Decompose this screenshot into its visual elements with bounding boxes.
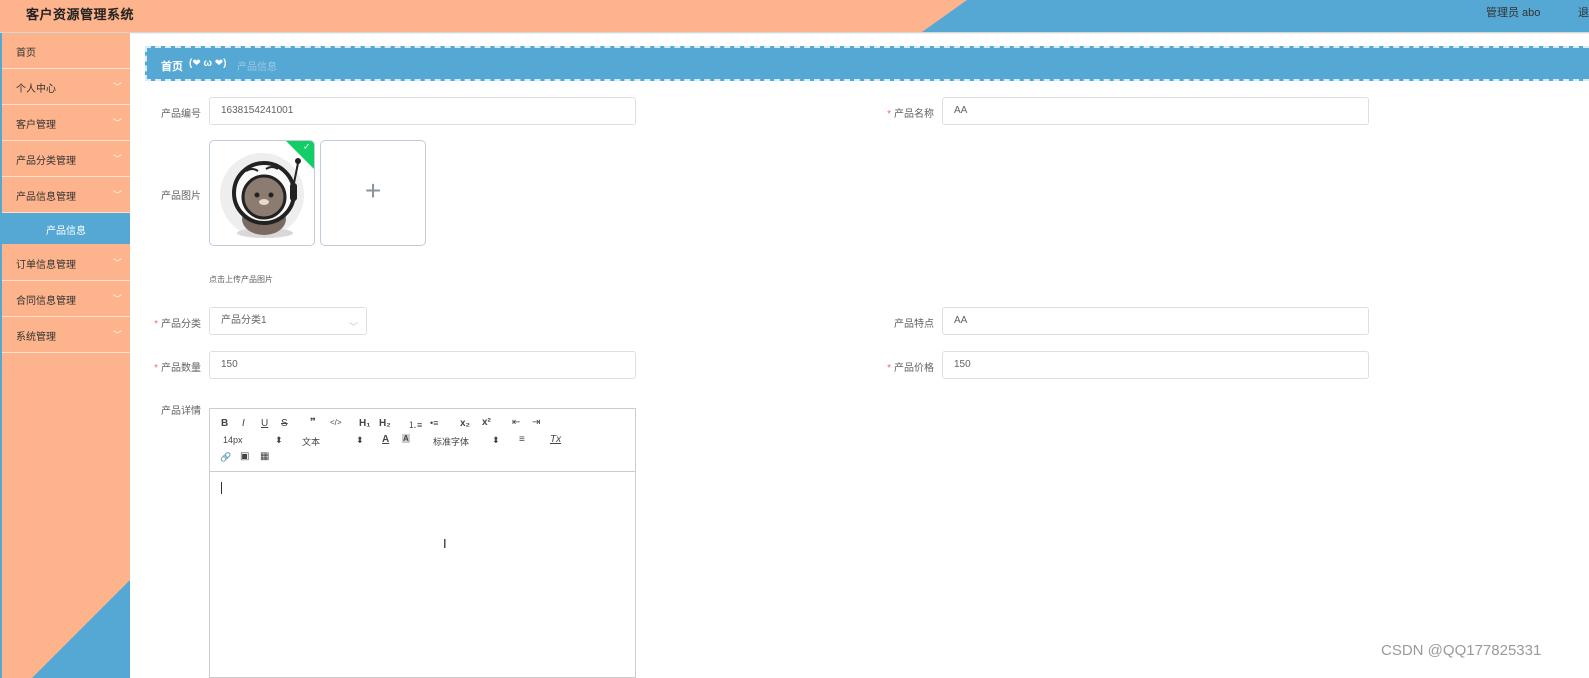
sidebar: 首页 个人中心 ﹀ 客户管理 ﹀ 产品分类管理 ﹀ 产品信息管理 ﹀ 产品信息 … xyxy=(0,33,130,678)
upload-tip: 点击上传产品图片 xyxy=(209,275,273,284)
rich-text-editor[interactable]: B I U S ❞ </> H₁ H₂ ⒈≡ •≡ x₂ x² ⇤ ⇥ 14px… xyxy=(209,408,636,678)
italic-button[interactable]: I xyxy=(242,418,245,429)
code-field[interactable]: 1638154241001 xyxy=(209,97,636,125)
font-color-button[interactable]: A xyxy=(382,434,389,445)
astronaut-cat-image xyxy=(220,153,304,238)
sidebar-item-system[interactable]: 系统管理 ﹀ xyxy=(2,317,130,353)
image-icon[interactable]: ▣ xyxy=(240,451,249,462)
breadcrumb-separator: (❤ ω ❤) xyxy=(189,58,227,69)
category-label: * 产品分类 xyxy=(154,319,201,330)
bold-button[interactable]: B xyxy=(221,418,228,429)
link-icon[interactable]: 🔗 xyxy=(220,452,231,463)
header-peach-band xyxy=(0,0,967,32)
price-label: * 产品价格 xyxy=(887,363,934,374)
quantity-field[interactable]: 150 xyxy=(209,351,636,379)
indent-button[interactable]: ⇥ xyxy=(532,417,540,428)
h1-button[interactable]: H₁ xyxy=(359,418,370,429)
bullet-list-button[interactable]: •≡ xyxy=(430,418,438,428)
sidebar-item-home[interactable]: 首页 xyxy=(2,33,130,69)
detail-label: 产品详情 xyxy=(161,406,201,417)
sidebar-subitem-product-info[interactable]: 产品信息 xyxy=(2,213,130,244)
chevron-down-icon: ﹀ xyxy=(348,322,358,332)
sidebar-item-product-info[interactable]: 产品信息管理 ﹀ xyxy=(2,177,130,213)
code-label: 产品编号 xyxy=(161,109,201,120)
required-marker: * xyxy=(154,319,158,330)
font-family-select[interactable]: 标准字体 xyxy=(433,435,469,448)
sidebar-item-label: 合同信息管理 xyxy=(16,296,76,307)
quantity-label: * 产品数量 xyxy=(154,363,201,374)
header-shadow xyxy=(0,32,1589,34)
updown-icon: ⬍ xyxy=(275,435,283,445)
outdent-button[interactable]: ⇤ xyxy=(512,417,520,428)
sidebar-corner-decoration xyxy=(32,578,130,678)
chevron-down-icon: ﹀ xyxy=(112,154,122,164)
sidebar-item-label: 系统管理 xyxy=(16,332,56,343)
chevron-down-icon: ﹀ xyxy=(112,330,122,340)
breadcrumb: 首页 (❤ ω ❤) 产品信息 xyxy=(145,46,1589,81)
category-select-value: 产品分类1 xyxy=(221,315,267,326)
block-format-select[interactable]: 文本 xyxy=(302,435,320,448)
background-color-button[interactable]: A xyxy=(402,434,410,443)
code-button[interactable]: </> xyxy=(330,418,342,427)
sidebar-item-contracts[interactable]: 合同信息管理 ﹀ xyxy=(2,281,130,317)
watermark: CSDN @QQ177825331 xyxy=(1381,642,1542,659)
logout-link[interactable]: 退 xyxy=(1578,4,1589,20)
plus-icon: + xyxy=(364,175,382,206)
chevron-down-icon: ﹀ xyxy=(112,258,122,268)
editor-toolbar: B I U S ❞ </> H₁ H₂ ⒈≡ •≡ x₂ x² ⇤ ⇥ 14px… xyxy=(210,409,635,472)
sidebar-item-label: 个人中心 xyxy=(16,84,56,95)
sidebar-item-profile[interactable]: 个人中心 ﹀ xyxy=(2,69,130,105)
clear-format-button[interactable]: Tx xyxy=(550,434,561,445)
text-cursor xyxy=(221,482,222,494)
updown-icon: ⬍ xyxy=(356,435,364,445)
uploaded-image-thumbnail[interactable]: ✓ xyxy=(209,140,315,246)
sidebar-item-customers[interactable]: 客户管理 ﹀ xyxy=(2,105,130,141)
subscript-button[interactable]: x₂ xyxy=(460,418,470,429)
sidebar-item-label: 订单信息管理 xyxy=(16,260,76,271)
feature-field[interactable]: AA xyxy=(942,307,1369,335)
chevron-down-icon: ﹀ xyxy=(112,82,122,92)
chevron-down-icon: ﹀ xyxy=(112,118,122,128)
ordered-list-button[interactable]: ⒈≡ xyxy=(408,418,422,431)
name-field[interactable]: AA xyxy=(942,97,1369,125)
h2-button[interactable]: H₂ xyxy=(379,418,391,429)
sidebar-item-orders[interactable]: 订单信息管理 ﹀ xyxy=(2,245,130,281)
superscript-button[interactable]: x² xyxy=(482,417,491,428)
sidebar-subitem-label: 产品信息 xyxy=(46,226,86,237)
feature-label: 产品特点 xyxy=(894,319,934,330)
image-label: 产品图片 xyxy=(161,191,201,202)
strike-button[interactable]: S xyxy=(281,418,288,429)
font-size-select[interactable]: 14px xyxy=(223,435,243,445)
category-select[interactable]: 产品分类1 ﹀ xyxy=(209,307,367,335)
align-button[interactable]: ≡ xyxy=(519,434,525,445)
name-label: * 产品名称 xyxy=(887,109,934,120)
breadcrumb-home[interactable]: 首页 xyxy=(161,58,183,74)
sidebar-item-label: 产品信息管理 xyxy=(16,192,76,203)
chevron-down-icon: ﹀ xyxy=(112,190,122,200)
breadcrumb-current: 产品信息 xyxy=(237,62,277,73)
video-icon[interactable]: ▦ xyxy=(260,451,269,462)
chevron-down-icon: ﹀ xyxy=(112,294,122,304)
quote-button[interactable]: ❞ xyxy=(310,417,316,428)
updown-icon: ⬍ xyxy=(492,435,500,445)
required-marker: * xyxy=(887,363,891,374)
sidebar-item-label: 首页 xyxy=(16,48,36,59)
app-title: 客户资源管理系统 xyxy=(26,7,135,22)
current-user: 管理员 abo xyxy=(1486,7,1541,19)
sidebar-item-label: 产品分类管理 xyxy=(16,156,76,167)
sidebar-item-product-category[interactable]: 产品分类管理 ﹀ xyxy=(2,141,130,177)
price-field[interactable]: 150 xyxy=(942,351,1369,379)
top-header: 客户资源管理系统 管理员 abo 退 xyxy=(0,0,1589,32)
underline-button[interactable]: U xyxy=(261,418,268,429)
required-marker: * xyxy=(887,109,891,120)
required-marker: * xyxy=(154,363,158,374)
check-icon: ✓ xyxy=(303,141,311,152)
sidebar-item-label: 客户管理 xyxy=(16,120,56,131)
upload-add-button[interactable]: + xyxy=(320,140,426,246)
ibeam-cursor-icon: I xyxy=(443,536,447,551)
